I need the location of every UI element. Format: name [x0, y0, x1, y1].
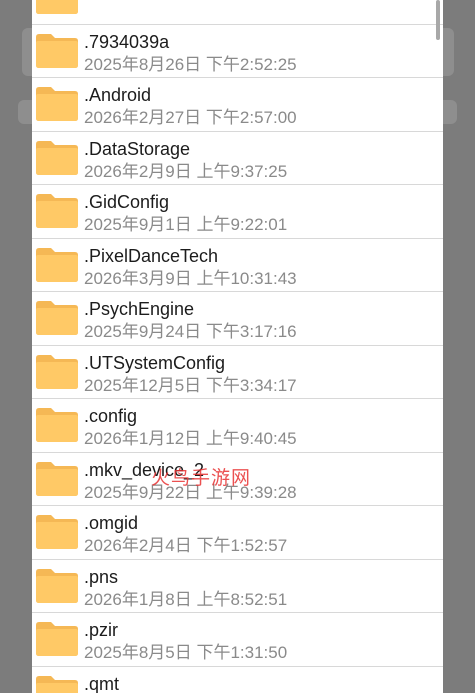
folder-icon: [36, 87, 78, 121]
file-name: .7934039a: [84, 31, 170, 52]
file-modified-date: 2025年8月5日 下午1:31:50: [84, 643, 288, 662]
file-modified-date: 2026年3月9日 上午10:31:43: [84, 268, 297, 288]
file-list-item[interactable]: .pzir 2025年8月5日 下午1:31:50: [32, 613, 443, 667]
file-name: .PsychEngine: [84, 299, 195, 319]
file-modified-date: 2026年1月8日 上午8:52:51: [84, 589, 288, 609]
file-modified-date: 2025年9月1日 上午9:22:01: [84, 215, 288, 234]
file-modified-date: 2026年1月12日 上午9:40:45: [84, 429, 297, 448]
file-modified-date: 2026年2月9日 上午9:37:25: [84, 161, 288, 181]
file-modified-date: 2025年9月22日 上午9:39:28: [84, 482, 297, 502]
folder-icon: [36, 247, 78, 282]
folder-icon: [36, 33, 78, 68]
file-list-item[interactable]: .Android 2026年2月27日 下午2:57:00: [32, 78, 443, 132]
file-list-item[interactable]: .mkv_device_2 2025年9月22日 上午9:39:28: [32, 453, 443, 506]
file-modified-date: 2026年2月4日 下午1:52:57: [84, 536, 288, 555]
folder-icon: [36, 568, 78, 603]
folder-icon: [36, 140, 78, 175]
file-list-item[interactable]: .omgid 2026年2月4日 下午1:52:57: [32, 506, 443, 560]
file-name: .Android: [84, 85, 152, 105]
file-name: .PixelDanceTech: [84, 245, 219, 266]
folder-icon: [36, 0, 78, 14]
file-list-item[interactable]: .config 2026年1月12日 上午9:40:45: [32, 399, 443, 453]
folder-icon: [36, 622, 78, 656]
file-list-item[interactable]: .qmt: [32, 667, 443, 693]
file-modified-date: 2025年8月26日 下午2:52:25: [84, 54, 297, 74]
file-list: ...7934039a2025年8月26日 下午2:52:25.Android2…: [32, 0, 443, 693]
file-modified-date: 2025年9月24日 下午3:17:16: [84, 322, 297, 341]
file-name: .mkv_device_2: [84, 459, 205, 480]
file-modified-date: 2026年2月27日 下午2:57:00: [84, 108, 297, 127]
folder-icon: [36, 515, 78, 549]
file-name: .GidConfig: [84, 192, 170, 212]
file-modified-date: 2025年12月5日 下午3:34:17: [84, 375, 297, 395]
file-name: .pns: [84, 566, 119, 587]
file-list-item[interactable]: ..: [32, 0, 443, 25]
file-name: .config: [84, 406, 138, 426]
folder-icon: [36, 354, 78, 389]
folder-icon: [36, 675, 78, 693]
folder-icon: [36, 408, 78, 442]
file-list-item[interactable]: .pns 2026年1月8日 上午8:52:51: [32, 560, 443, 613]
file-list-item[interactable]: .UTSystemConfig 2025年12月5日 下午3:34:17: [32, 346, 443, 399]
scrollbar[interactable]: [436, 0, 440, 40]
file-name: .qmt: [84, 673, 120, 693]
file-list-item[interactable]: .PsychEngine 2025年9月24日 下午3:17:16: [32, 292, 443, 346]
file-name: .omgid: [84, 513, 139, 533]
folder-icon: [36, 194, 78, 228]
folder-icon: [36, 461, 78, 496]
file-name: .UTSystemConfig: [84, 352, 226, 373]
folder-icon: [36, 301, 78, 335]
file-list-item[interactable]: .7934039a 2025年8月26日 下午2:52:25: [32, 25, 443, 78]
file-list-item[interactable]: .PixelDanceTech 2026年3月9日 上午10:31:43: [32, 239, 443, 292]
file-name: .DataStorage: [84, 138, 191, 159]
file-picker-dialog: ...7934039a2025年8月26日 下午2:52:25.Android2…: [32, 0, 443, 693]
file-list-item[interactable]: .DataStorage 2026年2月9日 上午9:37:25: [32, 132, 443, 185]
file-name: .pzir: [84, 620, 119, 640]
file-list-item[interactable]: .GidConfig 2025年9月1日 上午9:22:01: [32, 185, 443, 239]
